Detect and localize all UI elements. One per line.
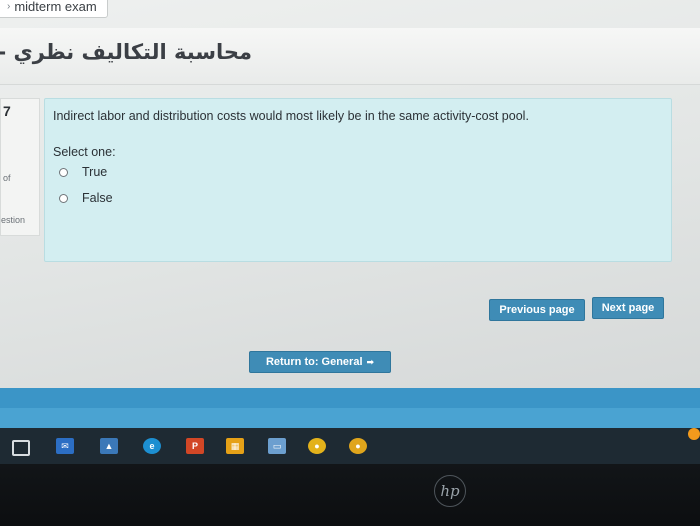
next-page-button[interactable]: Next page bbox=[592, 297, 664, 319]
option-false-label: False bbox=[82, 191, 113, 205]
question-number: 7 bbox=[3, 103, 11, 119]
question-box: Indirect labor and distribution costs wo… bbox=[44, 98, 672, 262]
page-footer-band bbox=[0, 408, 700, 428]
breadcrumb[interactable]: › midterm exam bbox=[0, 0, 108, 18]
chrome-icon[interactable]: ● bbox=[308, 438, 326, 454]
mail-icon[interactable]: ✉ bbox=[56, 438, 74, 454]
return-to-general-button[interactable]: Return to: General ➡ bbox=[249, 351, 391, 373]
radio-true[interactable] bbox=[59, 167, 68, 177]
return-arrow-icon: ➡ bbox=[366, 356, 375, 367]
previous-page-label: Previous page bbox=[499, 304, 575, 316]
course-title: محاسبة التكاليف نظري - bbox=[0, 40, 252, 64]
photos-icon[interactable]: ▲ bbox=[100, 438, 118, 454]
chevron-right-icon: › bbox=[7, 0, 11, 12]
option-true-label: True bbox=[82, 165, 108, 179]
radio-false[interactable] bbox=[59, 193, 68, 203]
flag-question-link[interactable]: estion bbox=[1, 215, 25, 225]
powerpoint-icon[interactable]: P bbox=[186, 438, 204, 454]
select-one-label: Select one: bbox=[53, 145, 116, 159]
chrome-icon[interactable]: ● bbox=[349, 438, 367, 454]
hp-logo: hp bbox=[434, 475, 466, 507]
edge-icon[interactable]: e bbox=[143, 438, 161, 454]
next-page-label: Next page bbox=[601, 302, 655, 314]
monitor-bezel bbox=[0, 464, 700, 526]
breadcrumb-label: midterm exam bbox=[14, 0, 97, 14]
calculator-icon[interactable]: ▦ bbox=[226, 438, 244, 454]
question-of-text: of bbox=[3, 173, 11, 183]
task-view-icon[interactable] bbox=[12, 440, 30, 456]
screen: › midterm exam محاسبة التكاليف نظري - 7 … bbox=[0, 0, 700, 440]
image-viewer-icon[interactable]: ▭ bbox=[268, 438, 286, 454]
question-text: Indirect labor and distribution costs wo… bbox=[53, 109, 529, 123]
option-false[interactable]: False bbox=[59, 191, 113, 205]
question-info: 7 of estion bbox=[0, 98, 40, 236]
return-label: Return to: General bbox=[265, 356, 363, 368]
notification-dot bbox=[688, 428, 700, 440]
option-true[interactable]: True bbox=[59, 165, 107, 179]
previous-page-button[interactable]: Previous page bbox=[489, 299, 585, 321]
